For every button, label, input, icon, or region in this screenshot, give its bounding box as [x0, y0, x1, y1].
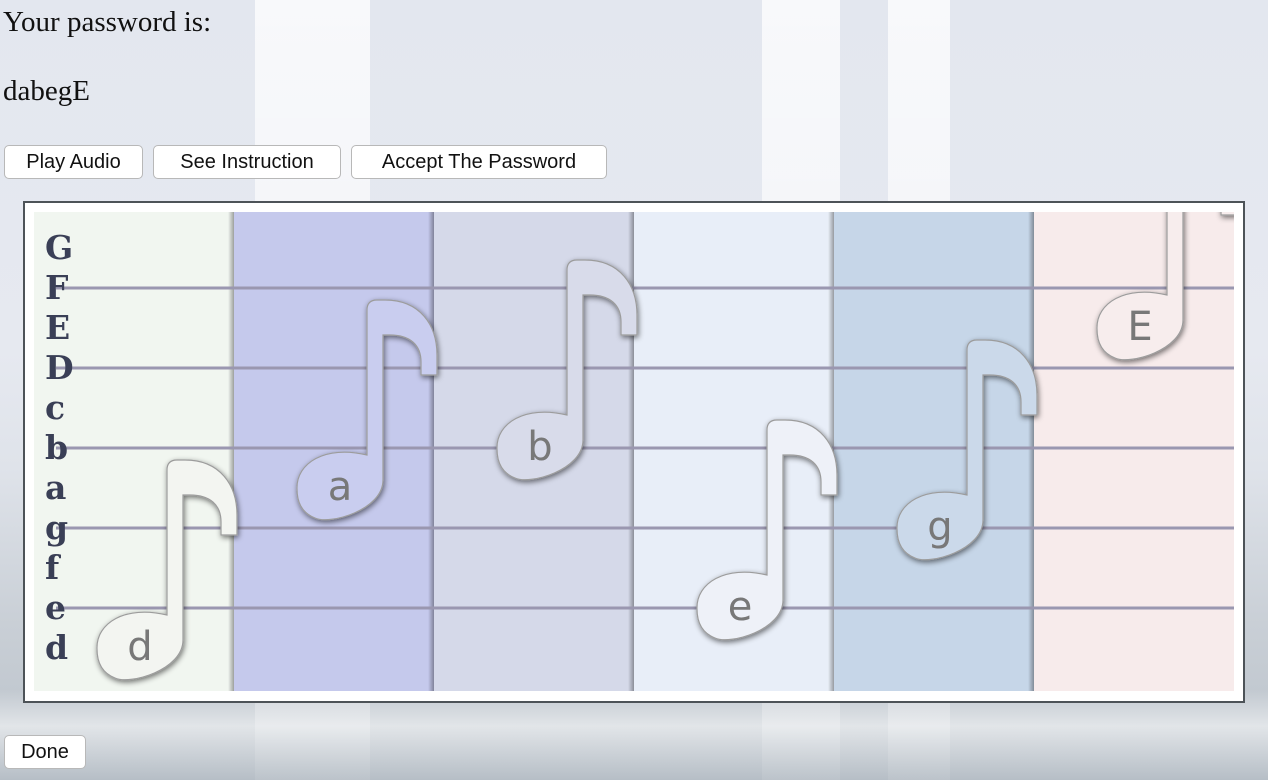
done-button[interactable]: Done [4, 735, 86, 769]
column-divider-shadow [228, 212, 234, 691]
pitch-label: f [45, 548, 61, 587]
music-staff: GFEDcbagfed dabegE [34, 212, 1234, 691]
music-note-label: b [527, 424, 552, 470]
pitch-label: c [45, 388, 65, 427]
music-note-label: E [1127, 304, 1152, 350]
music-note-label: g [927, 504, 952, 550]
play-audio-button[interactable]: Play Audio [4, 145, 143, 179]
staff-column-E [1034, 212, 1234, 691]
pitch-label: D [45, 348, 74, 387]
see-instruction-button[interactable]: See Instruction [153, 145, 341, 179]
music-note-label: e [728, 584, 753, 630]
music-note-label: a [328, 464, 353, 510]
accept-password-button[interactable]: Accept The Password [351, 145, 607, 179]
pitch-label: E [45, 308, 70, 347]
pitch-label: g [45, 508, 68, 547]
staff-column-g [834, 212, 1034, 691]
background-floor [0, 690, 1268, 780]
pitch-label: d [45, 628, 68, 667]
pitch-label: e [45, 588, 66, 627]
column-divider-shadow [428, 212, 434, 691]
password-heading: Your password is: [3, 6, 212, 38]
column-divider-shadow [1028, 212, 1034, 691]
pitch-label: G [45, 228, 73, 267]
staff-column-a [234, 212, 434, 691]
password-value: dabegE [3, 75, 90, 107]
music-note-label: d [127, 624, 152, 670]
pitch-label: F [45, 268, 68, 307]
pitch-label: b [45, 428, 68, 467]
pitch-label: a [45, 468, 66, 507]
music-staff-panel: GFEDcbagfed dabegE [23, 201, 1245, 703]
